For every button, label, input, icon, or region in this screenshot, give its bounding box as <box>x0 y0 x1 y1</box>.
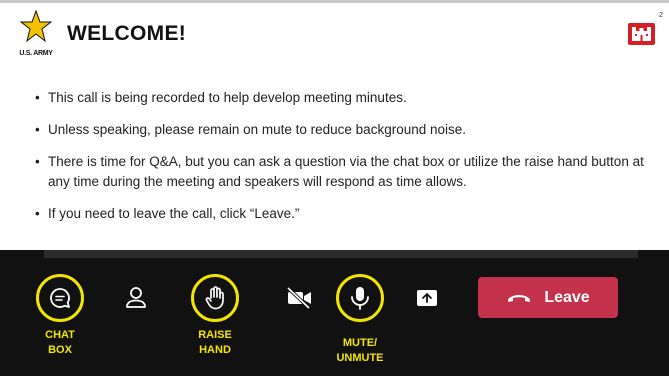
chat-button[interactable] <box>36 274 84 322</box>
usace-castle-logo <box>628 23 655 45</box>
chat-box-label: CHAT BOX <box>45 329 75 356</box>
army-logo-text: U.S. ARMY <box>19 50 53 57</box>
mute-unmute-label: MUTE/ UNMUTE <box>336 337 384 364</box>
chat-icon <box>50 288 70 308</box>
camera-off-icon <box>286 286 311 310</box>
leave-button[interactable]: Leave <box>478 277 618 318</box>
bullet-item: If you need to leave the call, click “Le… <box>35 204 655 224</box>
army-logo: U.S. ARMY <box>14 10 58 60</box>
top-rule <box>0 0 669 3</box>
bullet-item: This call is being recorded to help deve… <box>35 88 655 108</box>
hang-up-icon <box>508 294 531 302</box>
bullet-item: Unless speaking, please remain on mute t… <box>35 120 655 140</box>
person-icon <box>126 287 146 308</box>
slide-bottom-bar <box>44 250 638 258</box>
hand-icon <box>205 286 224 310</box>
raise-hand-label: RAISE HAND <box>198 329 232 356</box>
army-star-icon <box>20 10 52 43</box>
welcome-bullet-list: This call is being recorded to help deve… <box>35 88 655 236</box>
share-screen-icon <box>417 290 437 306</box>
leave-label: Leave <box>544 288 590 306</box>
share-button[interactable] <box>414 286 440 310</box>
participants-button[interactable] <box>120 282 152 314</box>
castle-icon <box>632 27 651 41</box>
slide-number: 2 <box>659 12 663 19</box>
raise-hand-button[interactable] <box>191 274 239 322</box>
page-title: WELCOME! <box>67 22 187 45</box>
camera-button[interactable] <box>283 282 315 314</box>
bullet-item: There is time for Q&A, but you can ask a… <box>35 152 655 192</box>
microphone-icon <box>351 287 369 310</box>
presentation-slide: U.S. ARMY WELCOME! 2 This call is being … <box>0 0 669 250</box>
mute-button[interactable] <box>336 274 384 322</box>
